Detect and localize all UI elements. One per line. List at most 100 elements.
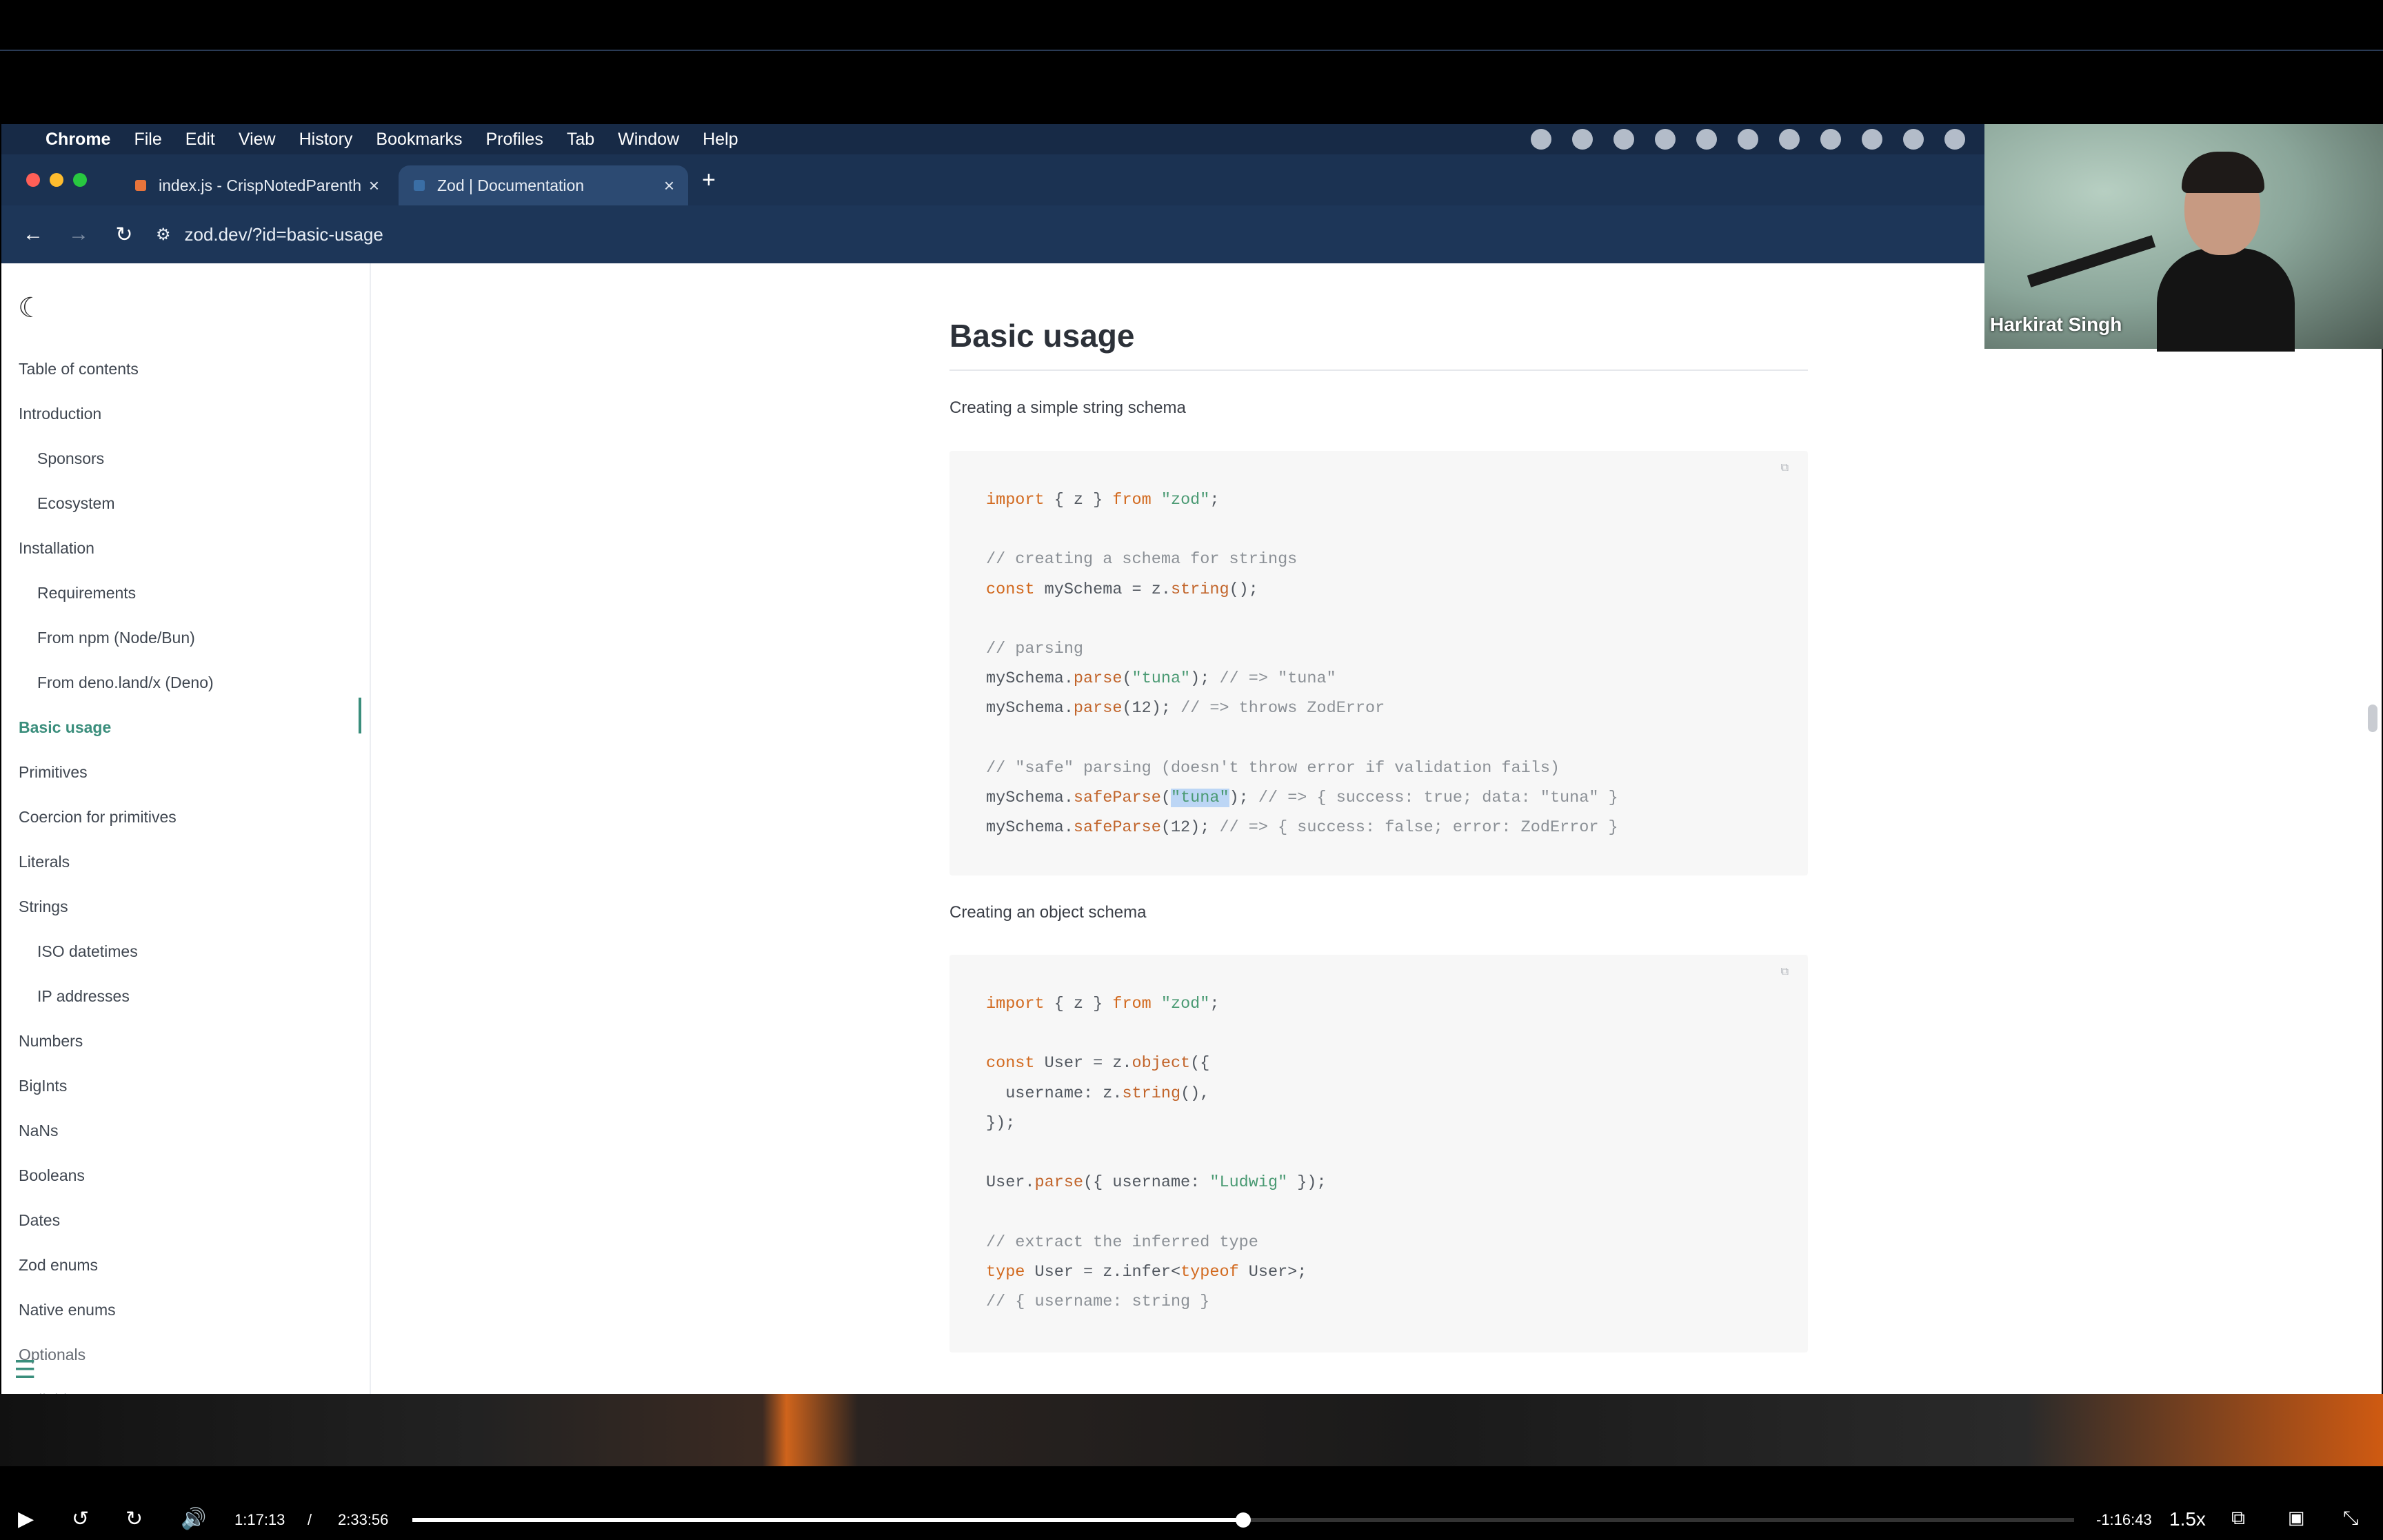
- menu-window[interactable]: Window: [618, 130, 679, 150]
- tray-icon[interactable]: [1903, 129, 1924, 150]
- total-time: 2:33:56: [338, 1511, 389, 1528]
- sidebar-item[interactable]: ISO datetimes: [37, 942, 138, 961]
- web-page: ☾ Table of contents Introduction Sponsors E…: [1, 263, 2382, 1394]
- minimize-window-icon[interactable]: [50, 173, 63, 187]
- code-line: // { username: string }: [986, 1293, 1210, 1311]
- copy-code-icon[interactable]: ⧉: [1781, 462, 1789, 474]
- sidebar-item[interactable]: Sponsors: [37, 449, 104, 468]
- file-favicon-icon: [135, 180, 146, 191]
- new-tab-icon[interactable]: +: [702, 167, 716, 194]
- tab-index-js[interactable]: index.js - CrispNotedParenth ×: [120, 165, 393, 205]
- sidebar-item[interactable]: Requirements: [37, 584, 136, 602]
- menu-hamburger-icon[interactable]: ☰: [14, 1355, 36, 1384]
- tray-icon[interactable]: [1572, 129, 1593, 150]
- zoom-window-icon[interactable]: [73, 173, 87, 187]
- menu-edit[interactable]: Edit: [185, 130, 215, 150]
- forward-10-icon[interactable]: ↻: [125, 1507, 143, 1531]
- tray-icon[interactable]: [1862, 129, 1882, 150]
- sidebar-item[interactable]: Coercion for primitives: [19, 808, 177, 827]
- desktop-background-strip: [0, 1394, 2383, 1466]
- sidebar-item[interactable]: NaNs: [19, 1122, 59, 1140]
- reload-icon[interactable]: ↻: [110, 223, 138, 247]
- docs-sidebar: ☾ Table of contents Introduction Sponsors E…: [1, 263, 371, 1394]
- close-window-icon[interactable]: [26, 173, 40, 187]
- code-line: // extract the inferred type: [986, 1233, 1258, 1252]
- tray-icon[interactable]: [1820, 129, 1841, 150]
- sidebar-item[interactable]: Strings: [19, 898, 68, 916]
- current-time: 1:17:13: [234, 1511, 285, 1528]
- address-bar[interactable]: ⚙ zod.dev/?id=basic-usage: [156, 224, 383, 245]
- remaining-time: -1:16:43: [2096, 1511, 2152, 1528]
- menu-view[interactable]: View: [239, 130, 276, 150]
- forward-icon[interactable]: →: [65, 223, 92, 246]
- picture-in-picture-icon[interactable]: ⧉: [2231, 1507, 2245, 1530]
- tray-icon[interactable]: [1655, 129, 1676, 150]
- title-divider: [949, 369, 1808, 371]
- sidebar-item[interactable]: From deno.land/x (Deno): [37, 673, 214, 692]
- dark-mode-moon-icon[interactable]: ☾: [18, 292, 43, 324]
- sidebar-item[interactable]: Installation: [19, 539, 94, 558]
- back-icon[interactable]: ←: [19, 223, 47, 246]
- tray-icon[interactable]: [1696, 129, 1717, 150]
- menu-history[interactable]: History: [299, 130, 353, 150]
- page-scrollbar[interactable]: [2368, 705, 2377, 732]
- sidebar-item[interactable]: BigInts: [19, 1077, 67, 1095]
- code-block-string-schema: ⧉ import { z } from "zod"; // creating a …: [949, 451, 1808, 875]
- code-line: // creating a schema for strings: [986, 550, 1298, 569]
- menu-file[interactable]: File: [134, 130, 161, 150]
- sidebar-item[interactable]: Ecosystem: [37, 494, 114, 513]
- sidebar-item[interactable]: From npm (Node/Bun): [37, 629, 195, 647]
- code-line: mySchema.safeParse("tuna"); // => { succ…: [986, 789, 1618, 807]
- exit-fullscreen-icon[interactable]: ⤡: [2343, 1507, 2358, 1530]
- tab-zod-docs[interactable]: Zod | Documentation ×: [399, 165, 688, 205]
- code-line: mySchema.parse("tuna"); // => "tuna": [986, 669, 1336, 689]
- tray-icon[interactable]: [1779, 129, 1800, 150]
- menu-profiles[interactable]: Profiles: [485, 130, 543, 150]
- sidebar-item[interactable]: Basic usage: [19, 718, 111, 737]
- site-settings-icon[interactable]: ⚙: [156, 225, 171, 245]
- tray-icon[interactable]: [1944, 129, 1965, 150]
- sidebar-item[interactable]: Table of contents: [19, 360, 139, 378]
- volume-icon[interactable]: 🔊: [181, 1507, 206, 1531]
- paragraph-object-schema: Creating an object schema: [949, 903, 1147, 922]
- sidebar-item[interactable]: Booleans: [19, 1166, 85, 1185]
- zod-favicon-icon: [414, 180, 425, 191]
- url-text: zod.dev/?id=basic-usage: [184, 223, 383, 245]
- tray-icon[interactable]: [1613, 129, 1634, 150]
- menu-tab[interactable]: Tab: [567, 130, 594, 150]
- browser-nav-bar: ← → ↻ ⚙ zod.dev/?id=basic-usage: [1, 205, 1984, 263]
- sidebar-item[interactable]: Introduction: [19, 405, 101, 423]
- tray-icon[interactable]: [1738, 129, 1758, 150]
- menu-help[interactable]: Help: [703, 130, 738, 150]
- sidebar-item[interactable]: Zod enums: [19, 1256, 98, 1275]
- presenter-figure: [2157, 152, 2295, 352]
- sidebar-item[interactable]: Primitives: [19, 763, 88, 782]
- progress-fill: [412, 1518, 1243, 1522]
- rewind-10-icon[interactable]: ↺: [72, 1507, 89, 1531]
- close-tab-icon[interactable]: ×: [369, 175, 379, 196]
- sidebar-item[interactable]: Native enums: [19, 1301, 116, 1319]
- code-line: username: z.string(),: [986, 1084, 1210, 1103]
- sidebar-item[interactable]: Literals: [19, 853, 70, 871]
- sidebar-item[interactable]: Numbers: [19, 1032, 83, 1051]
- code-block-object-schema: ⧉ import { z } from "zod"; const User = z…: [949, 955, 1808, 1352]
- video-player-controls: [0, 1478, 2383, 1540]
- tray-icon[interactable]: [1531, 129, 1551, 150]
- close-tab-icon[interactable]: ×: [664, 175, 674, 196]
- sidebar-item[interactable]: IP addresses: [37, 987, 130, 1006]
- play-icon[interactable]: ▶: [18, 1507, 34, 1531]
- progress-knob[interactable]: [1236, 1512, 1251, 1528]
- menu-app-name[interactable]: Chrome: [46, 130, 110, 150]
- presenter-name: Harkirat Singh: [1990, 314, 2122, 335]
- page-title: Basic usage: [949, 318, 1135, 354]
- copy-code-icon[interactable]: ⧉: [1781, 966, 1789, 978]
- hd-quality-icon[interactable]: ▣: [2288, 1507, 2305, 1528]
- webcam-overlay: Harkirat Singh: [1984, 124, 2383, 352]
- code-line: import { z } from "zod";: [986, 491, 1220, 509]
- sidebar-item[interactable]: Dates: [19, 1211, 60, 1230]
- code-line: // "safe" parsing (doesn't throw error i…: [986, 758, 1560, 778]
- playback-speed[interactable]: 1.5x: [2169, 1508, 2206, 1530]
- menu-bookmarks[interactable]: Bookmarks: [376, 130, 462, 150]
- code-line: });: [986, 1113, 1016, 1133]
- code-line: const mySchema = z.string();: [986, 580, 1258, 599]
